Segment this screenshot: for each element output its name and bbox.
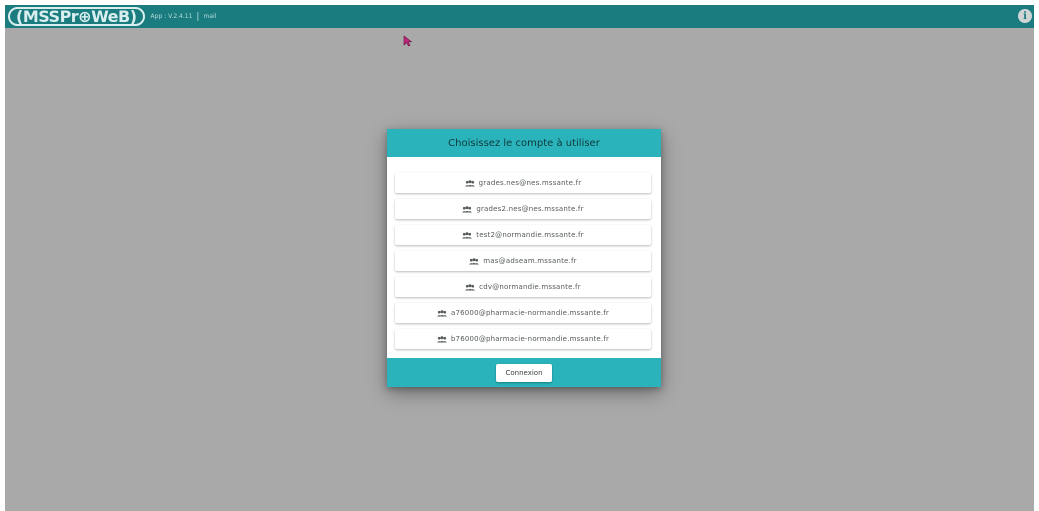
account-option[interactable]: grades2.nes@nes.mssante.fr — [395, 199, 651, 219]
account-email: grades2.nes@nes.mssante.fr — [476, 205, 584, 213]
top-bar: (MSSPr⊕WeB) App : V.2.4.11 | mail i — [5, 5, 1034, 28]
app-mode: mail — [203, 13, 217, 20]
account-email: test2@normandie.mssante.fr — [476, 231, 584, 239]
account-email: a76000@pharmacie-normandie.mssante.fr — [450, 309, 609, 317]
app-logo: (MSSPr⊕WeB) — [8, 7, 145, 26]
dialog-footer: Connexion — [387, 358, 661, 387]
group-icon — [436, 335, 447, 343]
account-picker-dialog: Choisissez le compte à utiliser grades.n… — [387, 129, 661, 387]
account-option[interactable]: mas@adseam.mssante.fr — [395, 251, 651, 271]
account-option[interactable]: test2@normandie.mssante.fr — [395, 225, 651, 245]
mouse-cursor-icon — [403, 35, 413, 47]
group-icon — [464, 179, 475, 187]
account-list: grades.nes@nes.mssante.fr grades2.nes@ne… — [387, 157, 661, 358]
account-email: grades.nes@nes.mssante.fr — [478, 179, 582, 187]
group-icon — [462, 231, 473, 239]
group-icon — [436, 309, 447, 317]
account-option[interactable]: b76000@pharmacie-normandie.mssante.fr — [395, 329, 651, 349]
account-option[interactable]: a76000@pharmacie-normandie.mssante.fr — [395, 303, 651, 323]
account-option[interactable]: grades.nes@nes.mssante.fr — [395, 173, 651, 193]
account-email: mas@adseam.mssante.fr — [483, 257, 577, 265]
connexion-button[interactable]: Connexion — [496, 363, 552, 382]
account-option[interactable]: cdv@normandie.mssante.fr — [395, 277, 651, 297]
header-separator: | — [196, 11, 200, 22]
group-icon — [469, 257, 480, 265]
dialog-header: Choisissez le compte à utiliser — [387, 129, 661, 157]
app-version: App : V.2.4.11 — [150, 13, 193, 20]
group-icon — [462, 205, 473, 213]
account-email: cdv@normandie.mssante.fr — [479, 283, 581, 291]
group-icon — [465, 283, 476, 291]
info-icon[interactable]: i — [1018, 9, 1032, 23]
dialog-title: Choisissez le compte à utiliser — [448, 137, 600, 149]
app-frame: (MSSPr⊕WeB) App : V.2.4.11 | mail i Choi… — [5, 5, 1034, 511]
account-email: b76000@pharmacie-normandie.mssante.fr — [450, 335, 610, 343]
